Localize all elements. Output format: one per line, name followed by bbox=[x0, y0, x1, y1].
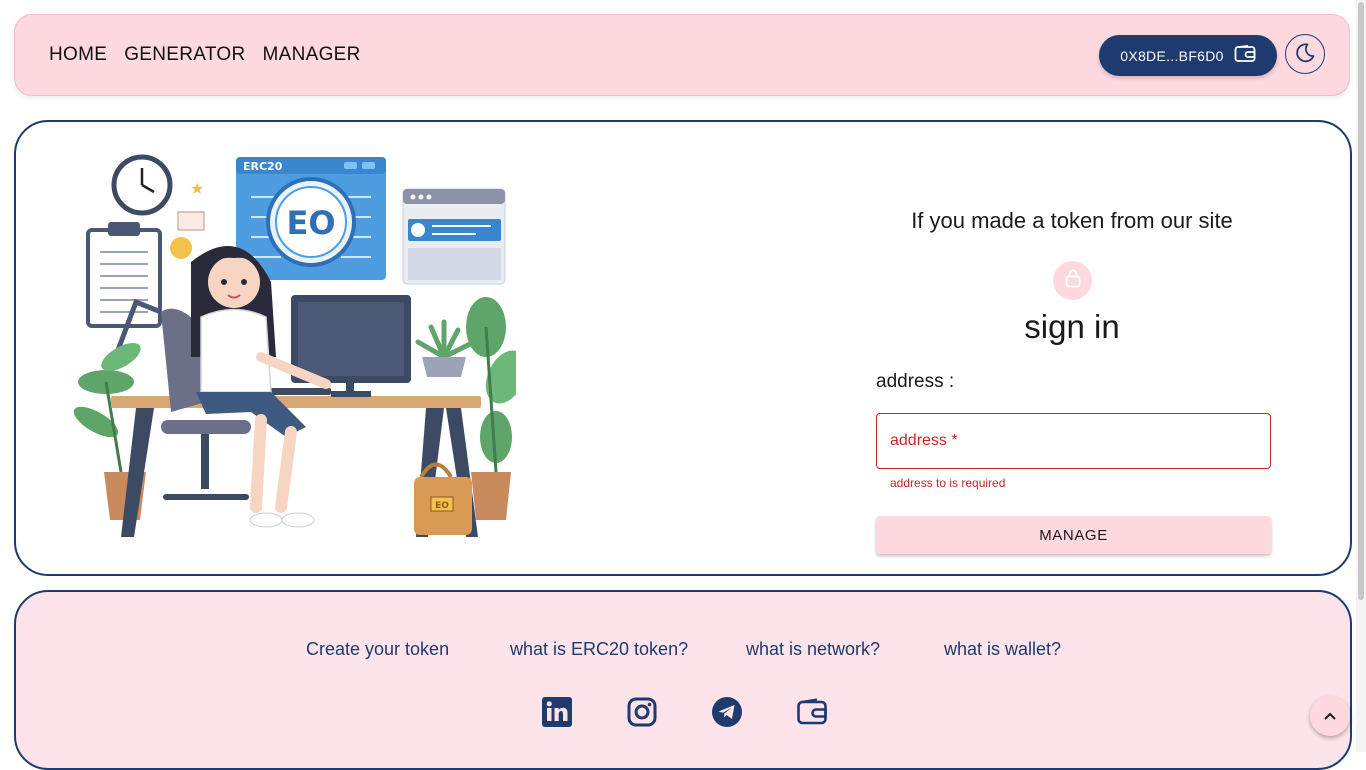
wallet-icon[interactable] bbox=[796, 696, 828, 728]
nav-home-link[interactable]: HOME bbox=[49, 44, 107, 66]
footer-link-wallet[interactable]: what is wallet? bbox=[944, 639, 1061, 660]
form-subtitle: If you made a token from our site bbox=[911, 208, 1233, 233]
wallet-connect-button[interactable]: 0X8DE...BF6D0 bbox=[1099, 35, 1277, 76]
page-scrollbar-thumb[interactable] bbox=[1358, 2, 1364, 600]
footer-link-erc20[interactable]: what is ERC20 token? bbox=[510, 639, 688, 660]
footer: Create your token what is ERC20 token? w… bbox=[14, 590, 1352, 770]
nav-manager-link[interactable]: MANAGER bbox=[263, 44, 361, 66]
top-navbar: HOME GENERATOR MANAGER 0X8DE...BF6D0 bbox=[14, 14, 1350, 96]
browser-window bbox=[402, 188, 506, 285]
chevron-up-icon bbox=[1323, 709, 1337, 724]
scroll-to-top-button[interactable] bbox=[1310, 696, 1350, 736]
address-error-text: address to is required bbox=[890, 476, 1006, 490]
main-nav: HOME GENERATOR MANAGER bbox=[49, 44, 361, 66]
sign-in-form: If you made a token from our site sign i… bbox=[874, 122, 1271, 578]
clipboard-icon bbox=[86, 222, 162, 328]
form-title: sign in bbox=[1024, 308, 1120, 345]
right-plant bbox=[466, 297, 527, 520]
instagram-icon[interactable] bbox=[626, 696, 658, 728]
footer-link-network[interactable]: what is network? bbox=[746, 639, 880, 660]
telegram-icon[interactable] bbox=[711, 696, 743, 728]
star-icon: ★ bbox=[190, 179, 204, 198]
address-input[interactable] bbox=[876, 413, 1271, 469]
clock-icon bbox=[111, 154, 173, 216]
wallet-address: 0X8DE...BF6D0 bbox=[1120, 47, 1224, 64]
sign-in-card: ★ ERC20 EO EO If you made a token from o… bbox=[14, 120, 1352, 576]
erc20-panel: ERC20 EO bbox=[236, 157, 386, 280]
envelope-icon bbox=[177, 211, 205, 231]
lock-avatar bbox=[1053, 261, 1092, 300]
theme-toggle-button[interactable] bbox=[1285, 34, 1325, 74]
girl-character bbox=[191, 246, 331, 528]
workspace-illustration: ★ ERC20 EO EO bbox=[66, 152, 527, 547]
manage-button[interactable]: MANAGE bbox=[876, 516, 1271, 554]
address-field-label: address : bbox=[876, 371, 955, 392]
footer-link-create-token[interactable]: Create your token bbox=[306, 639, 449, 660]
eo-badge-text: EO bbox=[286, 204, 335, 242]
coin-icon bbox=[170, 237, 192, 259]
bag-label: EO bbox=[435, 501, 449, 511]
desk-plant bbox=[415, 319, 473, 377]
linkedin-icon[interactable] bbox=[541, 696, 573, 728]
lock-icon bbox=[1064, 268, 1082, 293]
wallet-icon bbox=[1234, 45, 1256, 66]
moon-icon bbox=[1294, 42, 1316, 67]
nav-generator-link[interactable]: GENERATOR bbox=[124, 44, 245, 66]
erc20-panel-label: ERC20 bbox=[243, 160, 283, 173]
